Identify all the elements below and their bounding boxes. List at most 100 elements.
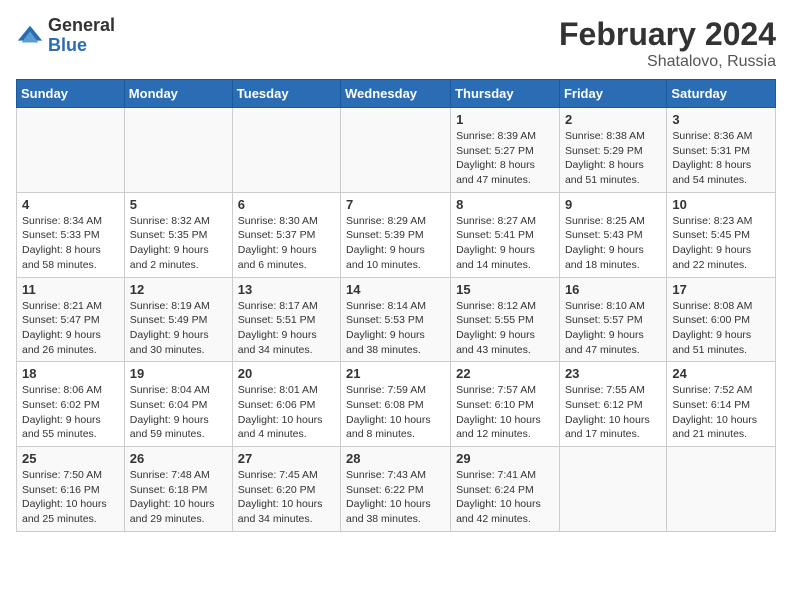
day-number: 12: [130, 282, 227, 297]
day-info: Sunrise: 8:27 AMSunset: 5:41 PMDaylight:…: [456, 214, 554, 273]
day-number: 18: [22, 366, 119, 381]
day-cell: 20Sunrise: 8:01 AMSunset: 6:06 PMDayligh…: [232, 362, 340, 447]
day-info: Sunrise: 7:48 AMSunset: 6:18 PMDaylight:…: [130, 468, 227, 527]
day-cell: 1Sunrise: 8:39 AMSunset: 5:27 PMDaylight…: [451, 108, 560, 193]
day-info: Sunrise: 8:08 AMSunset: 6:00 PMDaylight:…: [672, 299, 770, 358]
day-cell: 23 Sunrise: 7:55 AMSunset: 6:12 PMDayligh…: [559, 362, 666, 447]
day-number: 28: [346, 451, 445, 466]
day-cell: 8 Sunrise: 8:27 AMSunset: 5:41 PMDaylight…: [451, 192, 560, 277]
day-info: Sunrise: 8:38 AMSunset: 5:29 PMDaylight:…: [565, 129, 661, 188]
day-info: Sunrise: 8:25 AMSunset: 5:43 PMDaylight:…: [565, 214, 661, 273]
day-cell: 18 Sunrise: 8:06 AMSunset: 6:02 PMDayligh…: [17, 362, 125, 447]
day-number: 3: [672, 112, 770, 127]
day-info: Sunrise: 7:45 AMSunset: 6:20 PMDaylight:…: [238, 468, 335, 527]
day-number: 25: [22, 451, 119, 466]
day-number: 21: [346, 366, 445, 381]
day-number: 20: [238, 366, 335, 381]
title-area: February 2024 Shatalovo, Russia: [559, 16, 776, 71]
day-info: Sunrise: 8:32 AMSunset: 5:35 PMDaylight:…: [130, 214, 227, 273]
day-number: 4: [22, 197, 119, 212]
day-number: 8: [456, 197, 554, 212]
day-number: 7: [346, 197, 445, 212]
day-info: Sunrise: 8:34 AMSunset: 5:33 PMDaylight:…: [22, 214, 119, 273]
day-cell: 27 Sunrise: 7:45 AMSunset: 6:20 PMDayligh…: [232, 447, 340, 532]
day-cell: 22 Sunrise: 7:57 AMSunset: 6:10 PMDayligh…: [451, 362, 560, 447]
day-cell: 25 Sunrise: 7:50 AMSunset: 6:16 PMDayligh…: [17, 447, 125, 532]
column-header-friday: Friday: [559, 80, 666, 108]
day-info: Sunrise: 8:12 AMSunset: 5:55 PMDaylight:…: [456, 299, 554, 358]
month-year-title: February 2024: [559, 16, 776, 53]
day-info: Sunrise: 7:55 AMSunset: 6:12 PMDaylight:…: [565, 383, 661, 442]
day-number: 11: [22, 282, 119, 297]
day-cell: 29 Sunrise: 7:41 AMSunset: 6:24 PMDayligh…: [451, 447, 560, 532]
header: General Blue February 2024 Shatalovo, Ru…: [16, 16, 776, 71]
day-cell: 9 Sunrise: 8:25 AMSunset: 5:43 PMDaylight…: [559, 192, 666, 277]
day-cell: 10 Sunrise: 8:23 AMSunset: 5:45 PMDayligh…: [667, 192, 776, 277]
day-info: Sunrise: 8:06 AMSunset: 6:02 PMDaylight:…: [22, 383, 119, 442]
day-info: Sunrise: 8:14 AMSunset: 5:53 PMDaylight:…: [346, 299, 445, 358]
calendar-table: SundayMondayTuesdayWednesdayThursdayFrid…: [16, 79, 776, 532]
column-header-sunday: Sunday: [17, 80, 125, 108]
day-number: 9: [565, 197, 661, 212]
day-cell: [341, 108, 451, 193]
day-number: 2: [565, 112, 661, 127]
column-header-wednesday: Wednesday: [341, 80, 451, 108]
day-cell: 15 Sunrise: 8:12 AMSunset: 5:55 PMDayligh…: [451, 277, 560, 362]
day-info: Sunrise: 7:41 AMSunset: 6:24 PMDaylight:…: [456, 468, 554, 527]
day-cell: [17, 108, 125, 193]
day-number: 23: [565, 366, 661, 381]
day-cell: [232, 108, 340, 193]
day-cell: 5 Sunrise: 8:32 AMSunset: 5:35 PMDaylight…: [124, 192, 232, 277]
day-number: 5: [130, 197, 227, 212]
day-info: Sunrise: 8:19 AMSunset: 5:49 PMDaylight:…: [130, 299, 227, 358]
day-info: Sunrise: 8:29 AMSunset: 5:39 PMDaylight:…: [346, 214, 445, 273]
day-info: Sunrise: 8:39 AMSunset: 5:27 PMDaylight:…: [456, 129, 554, 188]
day-info: Sunrise: 8:23 AMSunset: 5:45 PMDaylight:…: [672, 214, 770, 273]
day-number: 26: [130, 451, 227, 466]
day-cell: 6 Sunrise: 8:30 AMSunset: 5:37 PMDaylight…: [232, 192, 340, 277]
week-row-2: 4 Sunrise: 8:34 AMSunset: 5:33 PMDaylight…: [17, 192, 776, 277]
day-info: Sunrise: 8:21 AMSunset: 5:47 PMDaylight:…: [22, 299, 119, 358]
week-row-3: 11 Sunrise: 8:21 AMSunset: 5:47 PMDayligh…: [17, 277, 776, 362]
day-number: 27: [238, 451, 335, 466]
logo: General Blue: [16, 16, 115, 56]
day-cell: 13 Sunrise: 8:17 AMSunset: 5:51 PMDayligh…: [232, 277, 340, 362]
day-cell: 4 Sunrise: 8:34 AMSunset: 5:33 PMDaylight…: [17, 192, 125, 277]
logo-text: General Blue: [48, 16, 115, 56]
day-cell: 26 Sunrise: 7:48 AMSunset: 6:18 PMDayligh…: [124, 447, 232, 532]
day-cell: 2 Sunrise: 8:38 AMSunset: 5:29 PMDaylight…: [559, 108, 666, 193]
day-cell: 3 Sunrise: 8:36 AMSunset: 5:31 PMDaylight…: [667, 108, 776, 193]
day-info: Sunrise: 7:43 AMSunset: 6:22 PMDaylight:…: [346, 468, 445, 527]
day-number: 22: [456, 366, 554, 381]
day-number: 29: [456, 451, 554, 466]
day-cell: 14Sunrise: 8:14 AMSunset: 5:53 PMDayligh…: [341, 277, 451, 362]
day-info: Sunrise: 7:50 AMSunset: 6:16 PMDaylight:…: [22, 468, 119, 527]
day-cell: 21 Sunrise: 7:59 AMSunset: 6:08 PMDayligh…: [341, 362, 451, 447]
day-cell: 7 Sunrise: 8:29 AMSunset: 5:39 PMDaylight…: [341, 192, 451, 277]
day-number: 13: [238, 282, 335, 297]
day-cell: 11 Sunrise: 8:21 AMSunset: 5:47 PMDayligh…: [17, 277, 125, 362]
day-info: Sunrise: 7:57 AMSunset: 6:10 PMDaylight:…: [456, 383, 554, 442]
day-cell: [559, 447, 666, 532]
location-subtitle: Shatalovo, Russia: [559, 53, 776, 71]
day-cell: 24Sunrise: 7:52 AMSunset: 6:14 PMDayligh…: [667, 362, 776, 447]
day-info: Sunrise: 7:59 AMSunset: 6:08 PMDaylight:…: [346, 383, 445, 442]
column-header-tuesday: Tuesday: [232, 80, 340, 108]
day-cell: 17Sunrise: 8:08 AMSunset: 6:00 PMDayligh…: [667, 277, 776, 362]
day-cell: 16 Sunrise: 8:10 AMSunset: 5:57 PMDayligh…: [559, 277, 666, 362]
day-info: Sunrise: 8:04 AMSunset: 6:04 PMDaylight:…: [130, 383, 227, 442]
day-number: 6: [238, 197, 335, 212]
column-header-monday: Monday: [124, 80, 232, 108]
day-info: Sunrise: 8:17 AMSunset: 5:51 PMDaylight:…: [238, 299, 335, 358]
day-cell: [124, 108, 232, 193]
column-header-thursday: Thursday: [451, 80, 560, 108]
day-cell: [667, 447, 776, 532]
column-header-saturday: Saturday: [667, 80, 776, 108]
day-info: Sunrise: 8:36 AMSunset: 5:31 PMDaylight:…: [672, 129, 770, 188]
day-number: 15: [456, 282, 554, 297]
day-number: 16: [565, 282, 661, 297]
day-info: Sunrise: 8:30 AMSunset: 5:37 PMDaylight:…: [238, 214, 335, 273]
day-number: 10: [672, 197, 770, 212]
week-row-1: 1Sunrise: 8:39 AMSunset: 5:27 PMDaylight…: [17, 108, 776, 193]
day-info: Sunrise: 8:10 AMSunset: 5:57 PMDaylight:…: [565, 299, 661, 358]
